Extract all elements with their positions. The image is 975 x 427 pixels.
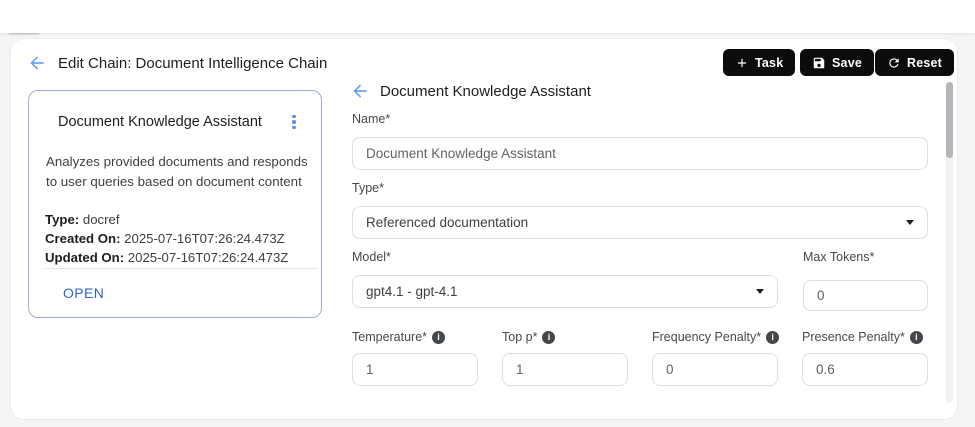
card-meta-updated: Updated On: 2025-07-16T07:26:24.473Z: [45, 250, 289, 266]
save-button[interactable]: Save: [800, 49, 874, 76]
max-tokens-label: Max Tokens*: [803, 250, 875, 264]
top-p-input[interactable]: [502, 353, 628, 386]
form-back-button[interactable]: [350, 81, 370, 101]
card-description: Analyzes provided documents and responds…: [46, 154, 308, 189]
type-label: Type*: [352, 181, 384, 195]
back-button[interactable]: [27, 53, 47, 73]
app-header: [0, 0, 975, 33]
info-icon[interactable]: i: [909, 330, 923, 344]
frequency-penalty-label: Frequency Penalty* i: [652, 330, 780, 344]
chevron-down-icon: [906, 220, 914, 225]
page-title: Edit Chain: Document Intelligence Chain: [58, 55, 328, 72]
info-icon[interactable]: i: [542, 330, 556, 344]
model-select[interactable]: gpt4.1 - gpt-4.1: [352, 275, 778, 308]
presence-penalty-input[interactable]: [802, 353, 928, 386]
form-title: Document Knowledge Assistant: [380, 83, 591, 100]
save-label: Save: [832, 55, 862, 70]
temperature-input[interactable]: [352, 353, 478, 386]
model-select-value: gpt4.1 - gpt-4.1: [366, 284, 458, 299]
max-tokens-input[interactable]: [803, 280, 928, 311]
type-select[interactable]: Referenced documentation: [352, 206, 928, 239]
temperature-label: Temperature* i: [352, 330, 446, 344]
presence-penalty-label: Presence Penalty* i: [802, 330, 923, 344]
agent-card: Document Knowledge Assistant Analyzes pr…: [28, 90, 322, 318]
card-meta-created: Created On: 2025-07-16T07:26:24.473Z: [45, 231, 285, 247]
type-select-value: Referenced documentation: [366, 215, 529, 230]
reset-label: Reset: [907, 55, 943, 70]
name-input[interactable]: [352, 137, 928, 170]
model-label: Model*: [352, 250, 391, 264]
more-options-icon[interactable]: [281, 109, 307, 135]
add-task-label: Task: [755, 55, 784, 70]
frequency-penalty-input[interactable]: [652, 353, 778, 386]
info-icon[interactable]: i: [766, 330, 780, 344]
add-task-button[interactable]: Task: [723, 49, 796, 76]
name-label: Name*: [352, 112, 391, 126]
top-p-label: Top p* i: [502, 330, 556, 344]
card-meta: Type: docref Created On: 2025-07-16T07:2…: [45, 210, 317, 268]
chevron-down-icon: [756, 289, 764, 294]
reset-button[interactable]: Reset: [875, 49, 955, 76]
divider: [44, 268, 318, 269]
card-meta-type: Type: docref: [45, 212, 120, 227]
scrollbar-thumb[interactable]: [946, 82, 953, 158]
card-title: Document Knowledge Assistant: [58, 114, 262, 130]
open-link[interactable]: OPEN: [63, 285, 104, 301]
scrollbar-track[interactable]: [946, 82, 953, 403]
info-icon[interactable]: i: [432, 330, 446, 344]
